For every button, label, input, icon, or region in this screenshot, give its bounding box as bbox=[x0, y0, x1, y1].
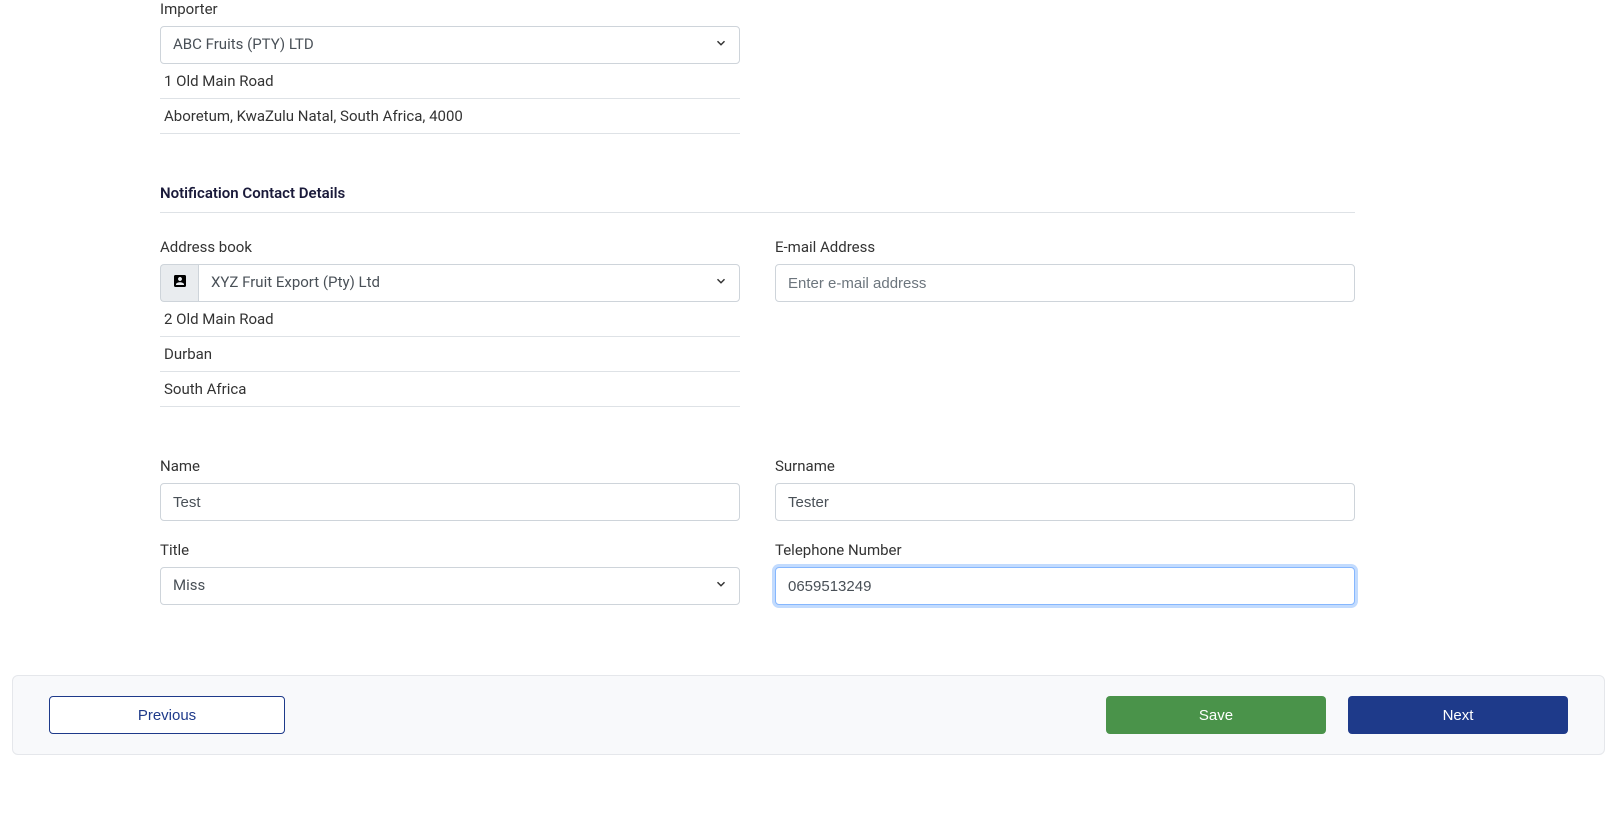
address-book-selected-value: XYZ Fruit Export (Pty) Ltd bbox=[198, 264, 740, 302]
address-book-select[interactable]: XYZ Fruit Export (Pty) Ltd bbox=[198, 264, 740, 302]
importer-label: Importer bbox=[160, 0, 740, 18]
footer-bar: Previous Save Next bbox=[12, 675, 1605, 755]
importer-selected-value: ABC Fruits (PTY) LTD bbox=[160, 26, 740, 64]
telephone-field[interactable] bbox=[775, 567, 1355, 605]
address-book-line1: 2 Old Main Road bbox=[160, 302, 740, 337]
address-book-icon-button[interactable] bbox=[160, 264, 198, 302]
contact-book-icon bbox=[172, 273, 188, 293]
address-book-label: Address book bbox=[160, 238, 740, 256]
title-label: Title bbox=[160, 541, 740, 559]
address-book-line2: Durban bbox=[160, 337, 740, 372]
email-label: E-mail Address bbox=[775, 238, 1355, 256]
name-label: Name bbox=[160, 457, 740, 475]
address-book-line3: South Africa bbox=[160, 372, 740, 407]
title-selected-value: Miss bbox=[160, 567, 740, 605]
email-field[interactable] bbox=[775, 264, 1355, 302]
title-select[interactable]: Miss bbox=[160, 567, 740, 605]
notification-section-header: Notification Contact Details bbox=[160, 184, 1355, 213]
address-book-address: 2 Old Main Road Durban South Africa bbox=[160, 302, 740, 407]
name-field[interactable] bbox=[160, 483, 740, 521]
save-button[interactable]: Save bbox=[1106, 696, 1326, 734]
surname-label: Surname bbox=[775, 457, 1355, 475]
importer-address-line1: 1 Old Main Road bbox=[160, 64, 740, 99]
importer-address-line2: Aboretum, KwaZulu Natal, South Africa, 4… bbox=[160, 99, 740, 134]
telephone-label: Telephone Number bbox=[775, 541, 1355, 559]
importer-select[interactable]: ABC Fruits (PTY) LTD bbox=[160, 26, 740, 64]
importer-address: 1 Old Main Road Aboretum, KwaZulu Natal,… bbox=[160, 64, 740, 134]
surname-field[interactable] bbox=[775, 483, 1355, 521]
previous-button[interactable]: Previous bbox=[49, 696, 285, 734]
next-button[interactable]: Next bbox=[1348, 696, 1568, 734]
